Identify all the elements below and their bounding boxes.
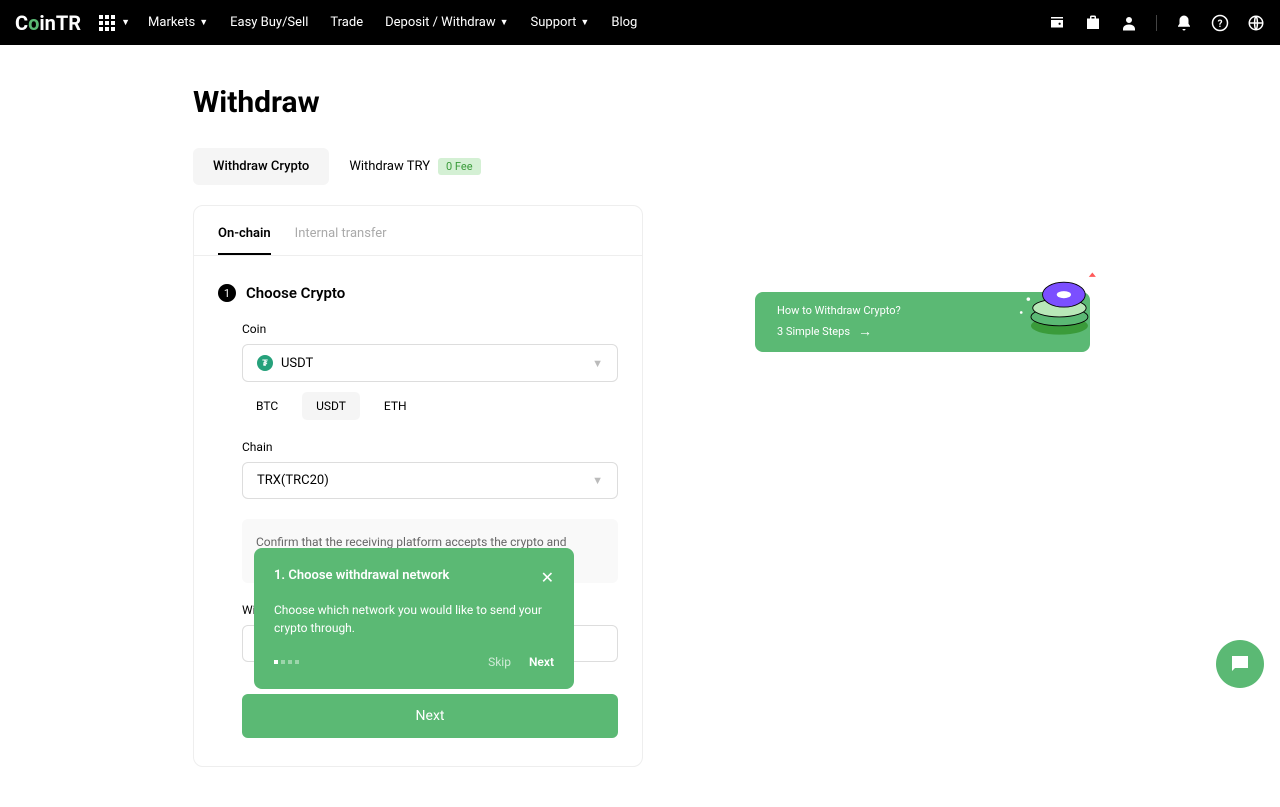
onboarding-tooltip: 1. Choose withdrawal network ✕ Choose wh…	[254, 548, 574, 689]
user-icon[interactable]	[1120, 14, 1138, 32]
tooltip-dots	[274, 660, 299, 664]
step-1-header: 1 Choose Crypto	[218, 284, 618, 302]
promo-card[interactable]: How to Withdraw Crypto? 3 Simple Steps →	[755, 292, 1090, 352]
coin-value: USDT	[281, 356, 313, 371]
wallet-icon[interactable]	[1048, 14, 1066, 32]
arrow-right-icon: →	[858, 323, 872, 340]
quick-coins: BTC USDT ETH	[242, 392, 618, 420]
chevron-down-icon: ▼	[121, 17, 130, 28]
nav-easy-buy-sell[interactable]: Easy Buy/Sell	[230, 15, 308, 30]
svg-text:?: ?	[1218, 18, 1223, 29]
tab-internal-transfer[interactable]: Internal transfer	[295, 226, 387, 255]
main: Withdraw Withdraw Crypto Withdraw TRY 0 …	[0, 45, 1280, 807]
promo-illustration	[1010, 268, 1100, 348]
header-left: CoinTR ▼ Markets▼ Easy Buy/Sell Trade De…	[15, 11, 637, 35]
nav-markets[interactable]: Markets▼	[148, 15, 208, 30]
coin-label: Coin	[242, 322, 618, 336]
chevron-down-icon: ▼	[199, 17, 208, 28]
chevron-down-icon: ▼	[500, 17, 509, 28]
coin-field: Coin ₮ USDT ▼ BTC USDT ETH	[218, 322, 618, 420]
withdraw-type-tabs: Withdraw Crypto Withdraw TRY 0 Fee	[193, 148, 1280, 185]
quick-usdt[interactable]: USDT	[302, 392, 360, 420]
step-title: Choose Crypto	[246, 284, 345, 302]
apps-menu[interactable]: ▼	[99, 15, 130, 31]
nav-blog[interactable]: Blog	[611, 15, 637, 30]
divider	[1156, 15, 1157, 31]
tooltip-next-button[interactable]: Next	[529, 655, 554, 669]
header: CoinTR ▼ Markets▼ Easy Buy/Sell Trade De…	[0, 0, 1280, 45]
tab-on-chain[interactable]: On-chain	[218, 226, 271, 255]
tab-withdraw-crypto[interactable]: Withdraw Crypto	[193, 148, 329, 185]
chat-button[interactable]	[1216, 640, 1264, 688]
close-icon[interactable]: ✕	[541, 568, 554, 587]
quick-eth[interactable]: ETH	[370, 392, 421, 420]
nav: Markets▼ Easy Buy/Sell Trade Deposit / W…	[148, 15, 637, 30]
logo[interactable]: CoinTR	[15, 11, 81, 35]
coin-select[interactable]: ₮ USDT ▼	[242, 344, 618, 382]
grid-icon	[99, 15, 115, 31]
chain-select[interactable]: TRX(TRC20) ▼	[242, 462, 618, 499]
briefcase-icon[interactable]	[1084, 14, 1102, 32]
fee-badge: 0 Fee	[438, 158, 481, 175]
tab-withdraw-try[interactable]: Withdraw TRY 0 Fee	[329, 148, 500, 185]
transfer-mode-tabs: On-chain Internal transfer	[194, 206, 642, 256]
usdt-icon: ₮	[257, 355, 273, 371]
globe-icon[interactable]	[1247, 14, 1265, 32]
chain-value: TRX(TRC20)	[257, 473, 329, 488]
chevron-down-icon: ▼	[592, 357, 603, 370]
tooltip-skip-button[interactable]: Skip	[488, 655, 511, 669]
header-right: ?	[1048, 14, 1265, 32]
quick-btc[interactable]: BTC	[242, 392, 292, 420]
next-button[interactable]: Next	[242, 694, 618, 738]
page-title: Withdraw	[193, 85, 1280, 120]
nav-trade[interactable]: Trade	[330, 15, 363, 30]
chain-field: Chain TRX(TRC20) ▼	[218, 440, 618, 499]
chain-label: Chain	[242, 440, 618, 454]
nav-support[interactable]: Support▼	[531, 15, 590, 30]
tooltip-body: Choose which network you would like to s…	[274, 601, 554, 637]
form-area: 1 Choose Crypto Coin ₮ USDT ▼ BTC USDT E…	[194, 256, 642, 766]
step-number: 1	[218, 284, 236, 302]
chevron-down-icon: ▼	[592, 474, 603, 487]
nav-deposit-withdraw[interactable]: Deposit / Withdraw▼	[385, 15, 508, 30]
chevron-down-icon: ▼	[580, 17, 589, 28]
help-icon[interactable]: ?	[1211, 14, 1229, 32]
tooltip-title: 1. Choose withdrawal network	[274, 568, 449, 583]
bell-icon[interactable]	[1175, 14, 1193, 32]
